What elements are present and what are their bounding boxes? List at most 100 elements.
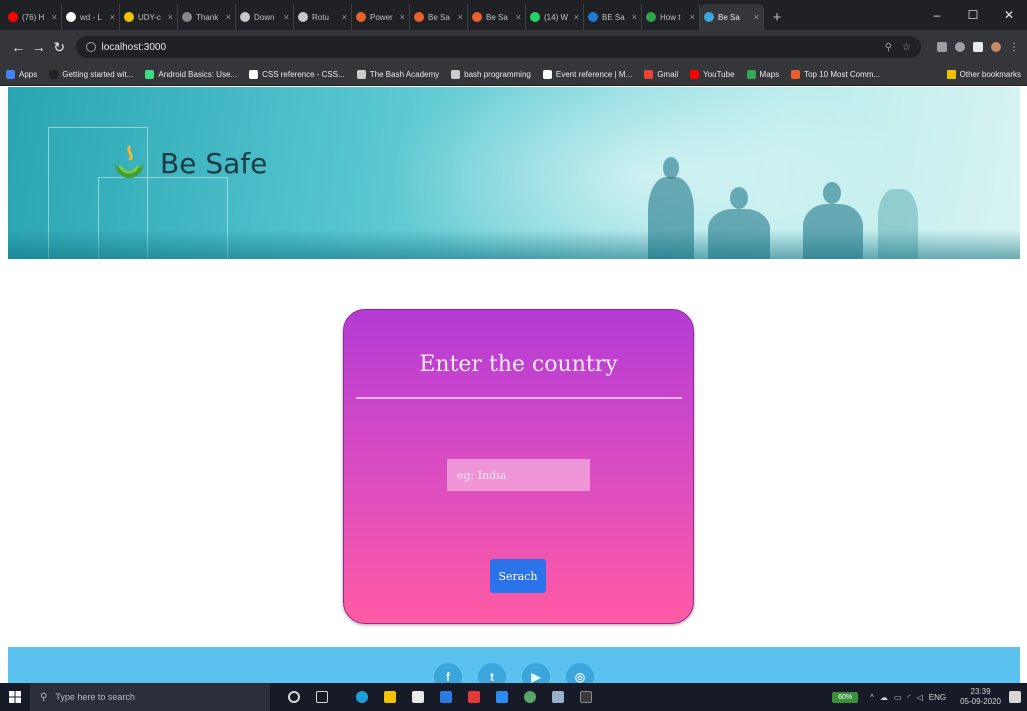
browser-tab[interactable]: Be Sa ×	[700, 4, 764, 30]
tab-close-icon[interactable]: ×	[516, 12, 521, 22]
browser-tab[interactable]: How t ×	[642, 4, 700, 30]
bookmark-item[interactable]: YouTube	[690, 70, 735, 79]
close-window-icon[interactable]: ✕	[991, 0, 1027, 30]
bookmark-item[interactable]: Apps	[6, 70, 37, 79]
battery-indicator[interactable]: 60%	[832, 691, 859, 703]
browser-tab[interactable]: BE Sa ×	[584, 4, 642, 30]
browser-tab[interactable]: Down ×	[236, 4, 294, 30]
tab-close-icon[interactable]: ×	[754, 12, 759, 22]
bookmark-item[interactable]: CSS reference - CSS...	[249, 70, 345, 79]
tab-close-icon[interactable]: ×	[574, 12, 579, 22]
browser-tab[interactable]: (76) H ×	[4, 4, 62, 30]
tab-close-icon[interactable]: ×	[226, 12, 231, 22]
tab-close-icon[interactable]: ×	[52, 12, 57, 22]
tab-label: Rotu	[312, 12, 329, 22]
bookmark-label: Gmail	[657, 70, 679, 79]
browser-tab[interactable]: (14) W ×	[526, 4, 584, 30]
browser-tab[interactable]: Rotu ×	[294, 4, 352, 30]
browser-tab[interactable]: UDY-c ×	[120, 4, 178, 30]
store-icon[interactable]	[412, 691, 424, 703]
forward-icon[interactable]: →	[29, 39, 50, 55]
profile-avatar[interactable]	[990, 42, 1001, 52]
bookmark-label: Apps	[19, 70, 38, 79]
start-button[interactable]	[0, 683, 30, 711]
tab-label: Be Sa	[718, 12, 740, 22]
tab-label: Be Sa	[486, 12, 508, 22]
browser-tab[interactable]: Power ×	[352, 4, 410, 30]
cortana-icon[interactable]	[288, 691, 300, 703]
extension-icon[interactable]	[954, 42, 965, 52]
tab-label: Down	[254, 12, 275, 22]
volume-icon[interactable]: ◁	[917, 693, 923, 702]
hero-decor	[663, 157, 679, 179]
bookmark-label: The Bash Academy	[369, 70, 440, 79]
wifi-icon[interactable]: ◜	[907, 693, 910, 702]
bookmark-item[interactable]: bash programming	[451, 70, 531, 79]
browser-tab[interactable]: Be Sa ×	[468, 4, 526, 30]
tab-close-icon[interactable]: ×	[632, 12, 637, 22]
tab-label: Thank	[196, 12, 219, 22]
tab-close-icon[interactable]: ×	[690, 12, 695, 22]
minimize-icon[interactable]: –	[919, 0, 955, 30]
maximize-icon[interactable]: ☐	[955, 0, 991, 30]
bookmark-star-icon[interactable]: ☆	[902, 42, 911, 53]
bookmark-item[interactable]: Event reference | M...	[542, 70, 633, 79]
bookmark-label: YouTube	[703, 70, 735, 79]
site-info-icon[interactable]	[85, 42, 96, 52]
terminal-icon[interactable]	[580, 691, 592, 703]
other-bookmarks-label: Other bookmarks	[959, 70, 1021, 79]
extensions-puzzle-icon[interactable]	[972, 42, 983, 52]
browser-tab[interactable]: Be Sa ×	[410, 4, 468, 30]
battery-icon[interactable]: ▭	[894, 693, 902, 702]
browser-tab-strip: (76) H × wd - L × UDY-c × Thank × Down × Rotu × Powe…	[0, 0, 1027, 30]
tab-close-icon[interactable]: ×	[400, 12, 405, 22]
file-explorer-icon[interactable]	[384, 691, 396, 703]
windows-taskbar: ⚲ Type here to search 60% ^ ☁ ▭ ◜ ◁ ENG …	[0, 683, 1027, 711]
tab-label: Power	[370, 12, 393, 22]
reload-icon[interactable]: ↻	[49, 39, 70, 56]
system-tray: 60% ^ ☁ ▭ ◜ ◁ ENG 23:39 05-09-2020	[832, 683, 1027, 711]
tab-label: Be Sa	[428, 12, 450, 22]
back-icon[interactable]: ←	[8, 39, 29, 55]
search-button[interactable]: Serach	[490, 559, 546, 593]
bookmark-item[interactable]: Maps	[746, 70, 779, 79]
menu-kebab-icon[interactable]: ⋮	[1009, 42, 1019, 53]
new-tab-button[interactable]: +	[764, 4, 790, 30]
bookmark-item[interactable]: Top 10 Most Comm...	[791, 70, 880, 79]
app-icon[interactable]	[552, 691, 564, 703]
zoom-icon[interactable]: ⚲	[885, 42, 892, 53]
task-view-icon[interactable]	[316, 691, 328, 703]
bookmark-item[interactable]: Android Basics: Use...	[145, 70, 237, 79]
browser-tab[interactable]: wd - L ×	[62, 4, 120, 30]
clock[interactable]: 23:39 05-09-2020	[960, 687, 1001, 707]
browser-tab[interactable]: Thank ×	[178, 4, 236, 30]
pinned-apps	[280, 691, 600, 703]
address-bar[interactable]: localhost:3000 ⚲ ☆	[75, 36, 921, 58]
bookmark-item[interactable]: Gmail	[644, 70, 678, 79]
tab-close-icon[interactable]: ×	[458, 12, 463, 22]
tab-close-icon[interactable]: ×	[342, 12, 347, 22]
tab-close-icon[interactable]: ×	[110, 12, 115, 22]
bookmarks-bar: Apps Getting started wit... Android Basics…	[0, 64, 1027, 86]
country-input[interactable]	[447, 459, 590, 491]
app-icon[interactable]	[468, 691, 480, 703]
edge-icon[interactable]	[356, 691, 368, 703]
other-bookmarks[interactable]: Other bookmarks	[946, 70, 1021, 79]
chevron-up-icon[interactable]: ^	[870, 693, 874, 702]
vscode-icon[interactable]	[496, 691, 508, 703]
taskbar-search[interactable]: ⚲ Type here to search	[30, 683, 270, 711]
mail-icon[interactable]	[440, 691, 452, 703]
be-safe-logo-icon	[114, 145, 144, 179]
chrome-icon[interactable]	[524, 691, 536, 703]
extension-icon[interactable]	[936, 42, 947, 52]
language-indicator[interactable]: ENG	[929, 693, 946, 702]
bookmark-item[interactable]: The Bash Academy	[356, 70, 440, 79]
tab-favicon-icon	[646, 12, 656, 22]
tab-close-icon[interactable]: ×	[168, 12, 173, 22]
bookmark-item[interactable]: Getting started wit...	[49, 70, 133, 79]
bookmark-label: Event reference | M...	[555, 70, 633, 79]
notifications-icon[interactable]	[1009, 691, 1021, 703]
cloud-icon[interactable]: ☁	[880, 693, 888, 702]
tab-list: (76) H × wd - L × UDY-c × Thank × Down × Rotu × Powe…	[4, 4, 764, 30]
tab-close-icon[interactable]: ×	[284, 12, 289, 22]
